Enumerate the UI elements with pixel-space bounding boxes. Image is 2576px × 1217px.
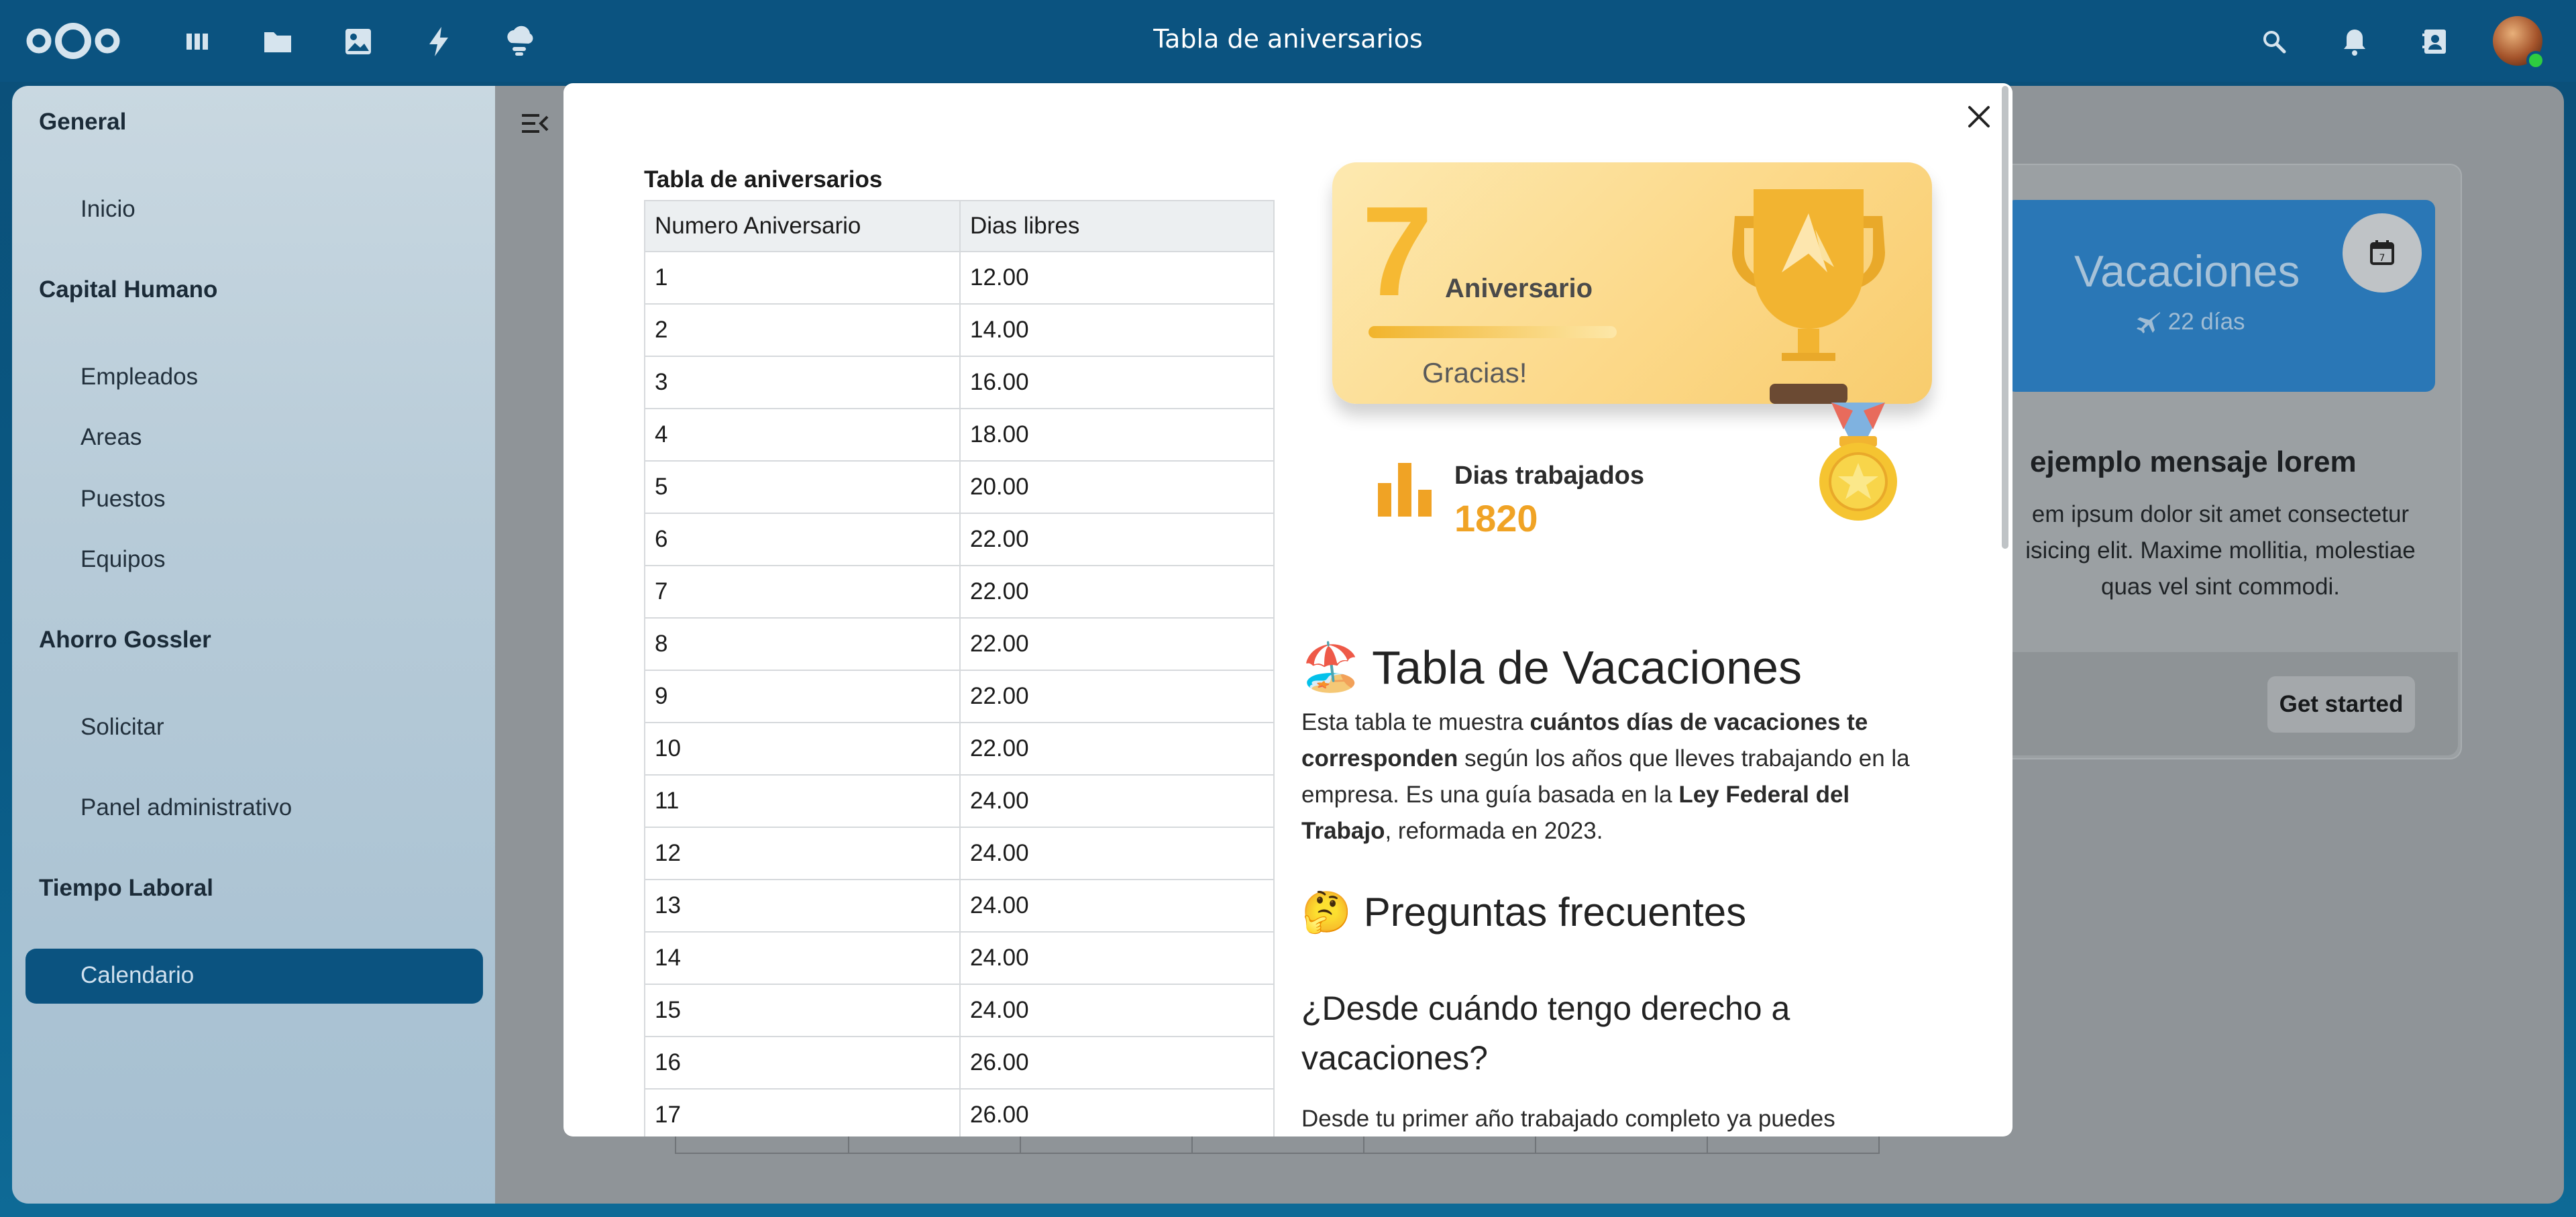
medal-icon bbox=[1819, 403, 1897, 521]
table-row: 16 26.00 bbox=[644, 1036, 1275, 1090]
table-row: 8 22.00 bbox=[644, 617, 1275, 671]
cell-dias-libres: 14.00 bbox=[959, 303, 1275, 357]
vacation-text-part: , reformada en 2023. bbox=[1385, 818, 1603, 844]
table-row: 6 22.00 bbox=[644, 513, 1275, 566]
cell-aniversario: 16 bbox=[644, 1036, 961, 1090]
cell-dias-libres: 18.00 bbox=[959, 408, 1275, 462]
cell-aniversario: 14 bbox=[644, 931, 961, 985]
cell-aniversario: 10 bbox=[644, 722, 961, 776]
stats-label: Dias trabajados bbox=[1454, 462, 1644, 490]
cell-dias-libres: 24.00 bbox=[959, 984, 1275, 1037]
cell-aniversario: 6 bbox=[644, 513, 961, 566]
table-row: 11 24.00 bbox=[644, 774, 1275, 828]
table-clip: Tabla de aniversarios Numero Aniversario… bbox=[0, 0, 2576, 1136]
stats-value: 1820 bbox=[1454, 497, 1538, 539]
table-row: 14 24.00 bbox=[644, 931, 1275, 985]
vacation-text-part: Esta tabla te muestra bbox=[1301, 709, 1530, 735]
bar-chart-icon bbox=[1378, 463, 1432, 517]
vacation-heading-text: Tabla de Vacaciones bbox=[1372, 641, 1802, 694]
cell-aniversario: 1 bbox=[644, 251, 961, 305]
faq-question-heading: ¿Desde cuándo tengo derecho a vacaciones… bbox=[1301, 990, 1790, 1077]
table-row: 5 20.00 bbox=[644, 460, 1275, 514]
cell-aniversario: 17 bbox=[644, 1088, 961, 1136]
table-row: 13 24.00 bbox=[644, 879, 1275, 933]
cell-dias-libres: 24.00 bbox=[959, 931, 1275, 985]
cell-dias-libres: 24.00 bbox=[959, 827, 1275, 880]
anniversary-number: 7 bbox=[1362, 180, 1433, 323]
faq-heading: 🤔 Preguntas frecuentes bbox=[1301, 888, 1746, 936]
trophy-icon bbox=[1732, 189, 1885, 404]
table-row: 9 22.00 bbox=[644, 670, 1275, 723]
anniversary-label: Aniversario bbox=[1445, 274, 1593, 303]
cell-dias-libres: 22.00 bbox=[959, 617, 1275, 671]
cell-dias-libres: 22.00 bbox=[959, 565, 1275, 619]
anniversary-table: Numero Aniversario Dias libres 1 12.00 2 14… bbox=[644, 200, 1275, 1136]
cell-dias-libres: 22.00 bbox=[959, 722, 1275, 776]
cell-aniversario: 15 bbox=[644, 984, 961, 1037]
cell-aniversario: 4 bbox=[644, 408, 961, 462]
cell-dias-libres: 24.00 bbox=[959, 879, 1275, 933]
cell-dias-libres: 24.00 bbox=[959, 774, 1275, 828]
cell-aniversario: 13 bbox=[644, 879, 961, 933]
table-header-row: Numero Aniversario Dias libres bbox=[644, 200, 1275, 252]
cell-aniversario: 12 bbox=[644, 827, 961, 880]
table-row: 12 24.00 bbox=[644, 827, 1275, 880]
column-header-dias-libres: Dias libres bbox=[959, 200, 1275, 252]
table-row: 15 24.00 bbox=[644, 984, 1275, 1037]
anniversary-thanks: Gracias! bbox=[1422, 357, 1527, 388]
table-row: 4 18.00 bbox=[644, 408, 1275, 462]
column-header-aniversario: Numero Aniversario bbox=[644, 200, 961, 252]
table-body: 1 12.00 2 14.00 3 16.00 4 18.00 5 20.00 6 22.00 7 22.… bbox=[644, 251, 1275, 1136]
thinking-face-icon: 🤔 bbox=[1301, 890, 1352, 935]
cell-dias-libres: 26.00 bbox=[959, 1088, 1275, 1136]
cell-dias-libres: 22.00 bbox=[959, 670, 1275, 723]
table-title: Tabla de aniversarios bbox=[644, 166, 883, 193]
vacation-description: Esta tabla te muestra cuántos días de va… bbox=[1301, 704, 1925, 849]
cell-aniversario: 2 bbox=[644, 303, 961, 357]
table-row: 7 22.00 bbox=[644, 565, 1275, 619]
cell-aniversario: 11 bbox=[644, 774, 961, 828]
cell-dias-libres: 26.00 bbox=[959, 1036, 1275, 1090]
table-row: 10 22.00 bbox=[644, 722, 1275, 776]
cell-aniversario: 8 bbox=[644, 617, 961, 671]
cell-aniversario: 7 bbox=[644, 565, 961, 619]
cell-aniversario: 3 bbox=[644, 356, 961, 409]
cell-dias-libres: 20.00 bbox=[959, 460, 1275, 514]
anniversary-progress-bar bbox=[1368, 326, 1617, 338]
cell-dias-libres: 16.00 bbox=[959, 356, 1275, 409]
table-row: 1 12.00 bbox=[644, 251, 1275, 305]
cell-aniversario: 9 bbox=[644, 670, 961, 723]
beach-umbrella-icon: 🏖️ bbox=[1301, 641, 1360, 693]
faq-heading-text: Preguntas frecuentes bbox=[1363, 890, 1747, 935]
table-row: 2 14.00 bbox=[644, 303, 1275, 357]
cell-dias-libres: 22.00 bbox=[959, 513, 1275, 566]
vacation-heading: 🏖️ Tabla de Vacaciones bbox=[1301, 640, 1802, 695]
cell-aniversario: 5 bbox=[644, 460, 961, 514]
table-row: 3 16.00 bbox=[644, 356, 1275, 409]
faq-answer-text: Desde tu primer año trabajado completo y… bbox=[1301, 1106, 1835, 1132]
table-row: 17 26.00 bbox=[644, 1088, 1275, 1136]
cell-dias-libres: 12.00 bbox=[959, 251, 1275, 305]
